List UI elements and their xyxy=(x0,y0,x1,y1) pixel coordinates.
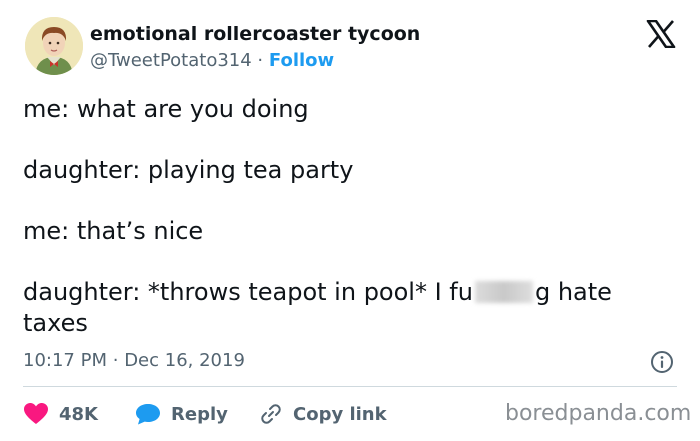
copy-link-button[interactable]: Copy link xyxy=(259,400,387,428)
x-logo-icon[interactable] xyxy=(646,20,676,48)
watermark: boredpanda.com xyxy=(505,401,692,426)
like-button[interactable]: 48K xyxy=(23,400,98,428)
tweet-time: 10:17 PM xyxy=(23,350,107,371)
info-icon[interactable] xyxy=(650,350,674,374)
author-handle-row: @TweetPotato314 · Follow xyxy=(90,50,334,71)
tweet-line: taxes xyxy=(23,309,88,337)
follow-button[interactable]: Follow xyxy=(269,50,334,71)
tweet-line: me: what are you doing xyxy=(23,95,309,123)
tweet-line-censored: daughter: *throws teapot in pool* I fu g … xyxy=(23,277,663,308)
tweet-text: me: what are you doing daughter: playing… xyxy=(23,94,663,339)
censor-blur xyxy=(474,281,533,303)
link-icon xyxy=(261,404,281,424)
tweet-timestamp[interactable]: 10:17 PM · Dec 16, 2019 xyxy=(23,350,245,371)
like-count: 48K xyxy=(59,403,98,425)
reply-label: Reply xyxy=(171,403,228,425)
copy-link-label: Copy link xyxy=(293,403,387,425)
author-handle[interactable]: @TweetPotato314 xyxy=(90,50,252,71)
reply-button[interactable]: Reply xyxy=(135,400,228,428)
timestamp-separator: · xyxy=(112,350,119,371)
tweet-line: daughter: playing tea party xyxy=(23,156,354,184)
heart-icon xyxy=(24,403,48,424)
tweet-date: Dec 16, 2019 xyxy=(124,350,245,371)
divider xyxy=(23,386,677,387)
tweet-line: me: that’s nice xyxy=(23,217,204,245)
tweet-fragment: daughter: *throws teapot in pool* I fu xyxy=(23,278,473,306)
reply-bubble-icon xyxy=(136,404,160,425)
author-display-name[interactable]: emotional rollercoaster tycoon xyxy=(90,23,420,45)
tweet-fragment: g hate xyxy=(534,278,612,306)
handle-separator: · xyxy=(257,50,264,71)
avatar[interactable] xyxy=(25,17,83,75)
